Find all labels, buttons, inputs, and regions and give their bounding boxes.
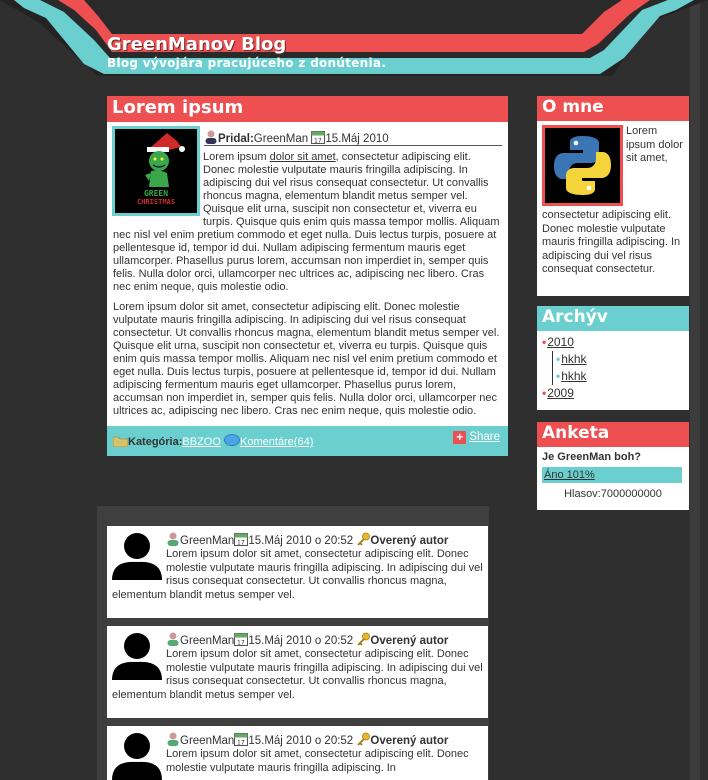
svg-text:17: 17 — [237, 740, 245, 747]
archive-title: Archýv — [537, 306, 689, 331]
about-title: O mne — [537, 96, 689, 121]
archive-entry[interactable]: •hkhk — [556, 368, 684, 385]
about-widget: O mne Lorem ipsum dolor sit amet, consec… — [537, 96, 689, 296]
comment-meta: GreenMan 17 15.Máj 2010 o 20:52 Overený au… — [112, 530, 483, 548]
archive-year-2010[interactable]: •2010 — [542, 334, 684, 351]
archive-widget: Archýv •2010 •hkhk •hkhk •2009 — [537, 306, 689, 410]
poll-widget: Anketa Je GreenMan boh? Áno 101% Hlasov:… — [537, 422, 689, 510]
comment: GreenMan 17 15.Máj 2010 o 20:52 Overený au… — [107, 526, 488, 618]
python-logo-icon — [545, 128, 620, 203]
post-paragraph-2: Lorem ipsum dolor sit amet, consectetur … — [113, 301, 500, 417]
comment-text: Lorem ipsum dolor sit amet, consectetur … — [112, 648, 483, 701]
verified-author-badge: Overený autor — [370, 535, 449, 547]
svg-text:17: 17 — [237, 540, 245, 547]
post-body: GREEN CHRISTMAS Pridal:GreenMan 17 15.Má… — [107, 122, 508, 426]
folder-icon — [112, 435, 129, 450]
right-edge-stripe — [690, 0, 700, 780]
category-label: Kategória: — [128, 436, 183, 448]
about-avatar — [542, 125, 623, 206]
author-label: Pridal: — [218, 133, 254, 145]
speech-bubble-icon — [224, 434, 240, 450]
comments-link[interactable]: Komentáre(64) — [240, 436, 313, 448]
post-footer: Kategória:BBZOO Komentáre(64) + Share — [107, 426, 508, 456]
plus-icon: + — [453, 431, 467, 444]
site-tagline: Blog vývojára pracujúceho z donútenia. — [107, 56, 387, 70]
about-body: Lorem ipsum dolor sit amet, consectetur … — [537, 121, 689, 282]
blog-post: Lorem ipsum GREEN CHRISTMAS Pridal:Green… — [107, 96, 508, 456]
comment-author[interactable]: GreenMan — [180, 635, 234, 647]
comment-text: Lorem ipsum dolor sit amet, consectetur … — [166, 748, 469, 774]
post-meta: Pridal:GreenMan 17 15.Máj 2010 — [204, 127, 502, 146]
post-date: 15.Máj 2010 — [325, 133, 389, 145]
poll-question: Je GreenMan boh? — [542, 451, 642, 463]
share-button[interactable]: + Share — [453, 431, 500, 444]
avatar — [112, 732, 162, 780]
poll-answer[interactable]: Áno 101% — [544, 469, 595, 481]
poll-answer-bar[interactable]: Áno 101% — [542, 466, 682, 483]
site-header: GreenManov Blog Blog vývojára pracujúceh… — [0, 0, 708, 92]
category-link[interactable]: BBZOO — [182, 436, 221, 448]
avatar — [112, 632, 162, 680]
comment: GreenMan 17 15.Máj 2010 o 20:52 Overený au… — [107, 726, 488, 780]
comment-author[interactable]: GreenMan — [180, 735, 234, 747]
avatar — [112, 532, 162, 580]
post-author[interactable]: GreenMan — [254, 133, 308, 145]
svg-text:17: 17 — [237, 640, 245, 647]
comment-date: 15.Máj 2010 o 20:52 — [248, 535, 354, 547]
user-icon — [204, 130, 218, 148]
verified-author-badge: Overený autor — [370, 635, 449, 647]
comment-author[interactable]: GreenMan — [180, 535, 234, 547]
calendar-icon: 17 — [311, 130, 326, 148]
comment-date: 15.Máj 2010 o 20:52 — [248, 735, 354, 747]
comment-meta: GreenMan 17 15.Máj 2010 o 20:52 Overený au… — [112, 630, 483, 648]
thumb-text-green: GREEN — [143, 189, 169, 198]
archive-list: •2010 •hkhk •hkhk •2009 — [537, 331, 689, 406]
thumb-text-christmas: CHRISTMAS — [137, 198, 175, 206]
poll-title: Anketa — [537, 422, 689, 447]
comment-date: 15.Máj 2010 o 20:52 — [248, 635, 354, 647]
about-text-below: consectetur adipiscing elit. Donec moles… — [542, 209, 681, 275]
comment-text: Lorem ipsum dolor sit amet, consectetur … — [112, 548, 483, 601]
comment-meta: GreenMan 17 15.Máj 2010 o 20:52 Overený au… — [112, 730, 483, 748]
poll-votes: Hlasov:7000000000 — [564, 487, 662, 500]
post-thumbnail: GREEN CHRISTMAS — [112, 126, 200, 216]
site-title[interactable]: GreenManov Blog — [107, 34, 286, 55]
archive-entry[interactable]: •hkhk — [556, 351, 684, 368]
poll-body: Je GreenMan boh? Áno 101% Hlasov:7000000… — [537, 447, 689, 506]
comment: GreenMan 17 15.Máj 2010 o 20:52 Overený au… — [107, 626, 488, 718]
archive-sublist: •hkhk •hkhk — [552, 351, 684, 385]
post-title[interactable]: Lorem ipsum — [107, 96, 508, 122]
svg-text:17: 17 — [314, 138, 322, 145]
archive-year-2009[interactable]: •2009 — [542, 385, 684, 402]
post-inline-link[interactable]: dolor sit amet — [270, 151, 336, 163]
verified-author-badge: Overený autor — [370, 735, 449, 747]
